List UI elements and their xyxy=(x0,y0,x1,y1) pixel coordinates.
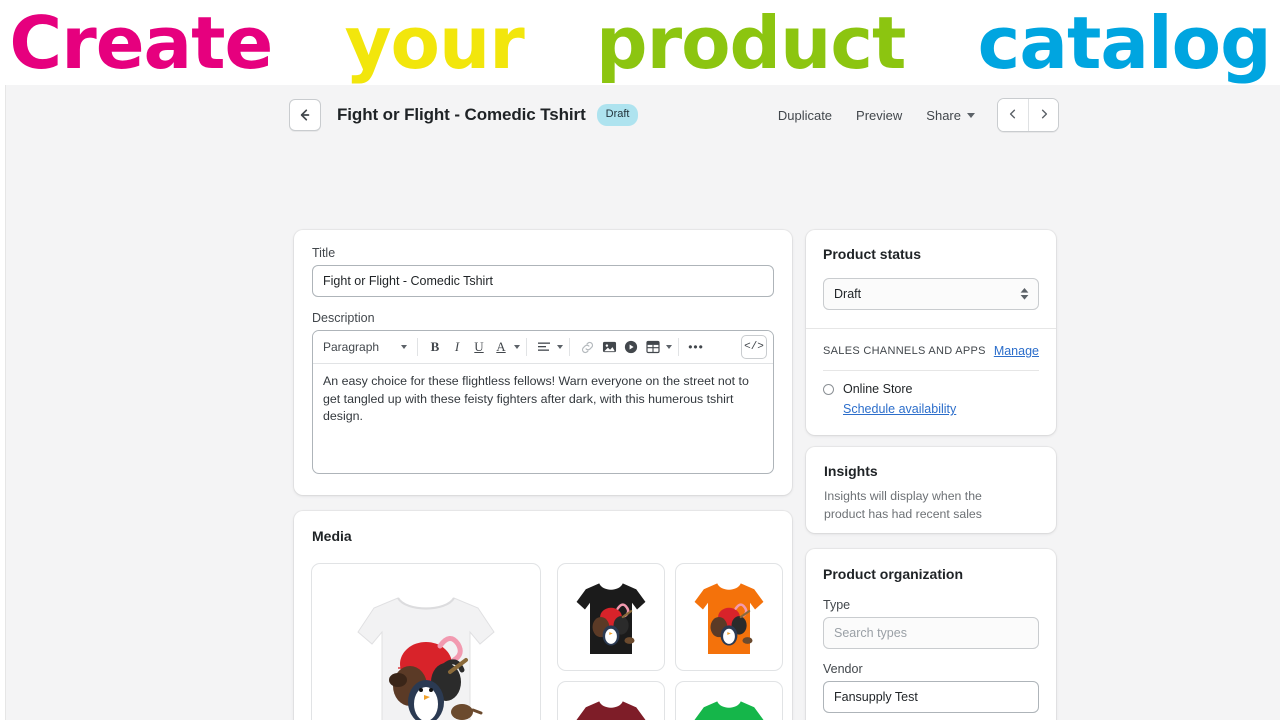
insights-card: Insights Insights will display when the … xyxy=(806,447,1056,533)
media-thumb-maroon[interactable] xyxy=(557,681,665,720)
arrow-left-icon xyxy=(297,107,313,123)
italic-icon[interactable]: I xyxy=(446,336,468,358)
chevron-down-icon xyxy=(514,345,520,349)
insights-body: Insights will display when the product h… xyxy=(824,489,982,521)
media-main-preview[interactable] xyxy=(311,563,541,720)
banner-word-4: catalog xyxy=(977,0,1272,85)
video-icon[interactable] xyxy=(620,336,642,358)
toolbar-divider xyxy=(569,338,570,356)
description-label: Description xyxy=(312,311,375,325)
type-input[interactable]: Search types xyxy=(823,617,1039,649)
link-icon[interactable] xyxy=(576,336,598,358)
media-heading: Media xyxy=(312,528,352,544)
online-store-label: Online Store xyxy=(843,382,913,396)
title-input[interactable]: Fight or Flight - Comedic Tshirt xyxy=(312,265,774,297)
chevron-right-icon xyxy=(1038,108,1050,123)
banner-word-3: product xyxy=(596,0,906,85)
product-status-heading: Product status xyxy=(823,246,922,262)
product-organization-card: Product organization Type Search types V… xyxy=(806,549,1056,720)
select-arrows-icon xyxy=(1020,288,1029,300)
sales-channels-heading: SALES CHANNELS AND APPS xyxy=(823,345,986,357)
more-options-icon[interactable]: ••• xyxy=(685,336,707,358)
block-format-value: Paragraph xyxy=(323,340,380,354)
radio-icon xyxy=(823,383,834,395)
next-product-button[interactable] xyxy=(1028,99,1058,131)
duplicate-button[interactable]: Duplicate xyxy=(766,101,844,130)
block-format-select[interactable]: Paragraph xyxy=(319,335,411,359)
product-status-select[interactable]: Draft xyxy=(823,278,1039,310)
table-group[interactable] xyxy=(642,336,672,358)
align-icon xyxy=(533,336,555,358)
pagination-group xyxy=(997,98,1059,132)
toolbar-divider xyxy=(526,338,527,356)
table-icon xyxy=(642,336,664,358)
text-color-group[interactable]: A xyxy=(490,336,520,358)
promo-banner: Create your product catalog xyxy=(0,0,1280,85)
schedule-availability-link[interactable]: Schedule availability xyxy=(843,402,956,416)
share-label: Share xyxy=(926,107,961,123)
tshirt-black-image xyxy=(576,583,646,654)
banner-word-2: your xyxy=(344,0,525,85)
vendor-label: Vendor xyxy=(823,662,863,676)
online-store-row[interactable]: Online Store xyxy=(823,382,1039,396)
editor-toolbar: Paragraph B I U A ••• </> xyxy=(313,331,773,364)
section-divider xyxy=(823,370,1039,371)
media-thumb-green[interactable] xyxy=(675,681,783,720)
align-group[interactable] xyxy=(533,336,563,358)
header-actions: Duplicate Preview Share xyxy=(766,98,1059,132)
sales-channels-manage-link[interactable]: Manage xyxy=(994,344,1039,358)
title-label: Title xyxy=(312,246,336,260)
product-details-card: Title Fight or Flight - Comedic Tshirt D… xyxy=(294,230,792,495)
text-color-icon: A xyxy=(496,339,506,354)
description-editor: Paragraph B I U A ••• </> An easy choice… xyxy=(312,330,774,474)
preview-button[interactable]: Preview xyxy=(844,101,914,130)
underline-icon[interactable]: U xyxy=(468,336,490,358)
banner-word-1: Create xyxy=(9,0,273,85)
type-label: Type xyxy=(823,598,851,612)
toolbar-divider xyxy=(417,338,418,356)
back-button[interactable] xyxy=(289,99,321,131)
app-canvas: Fight or Flight - Comedic Tshirt Draft D… xyxy=(5,85,1280,720)
vendor-input[interactable]: Fansupply Test xyxy=(823,681,1039,713)
share-button[interactable]: Share xyxy=(914,101,987,130)
code-view-icon[interactable]: </> xyxy=(741,335,767,359)
tshirt-orange-image xyxy=(694,583,764,654)
banner-headline: Create your product catalog xyxy=(9,7,1271,79)
chevron-down-icon xyxy=(401,345,407,349)
media-thumb-orange[interactable] xyxy=(675,563,783,671)
image-icon[interactable] xyxy=(598,336,620,358)
bold-icon[interactable]: B xyxy=(424,336,446,358)
media-thumb-black[interactable] xyxy=(557,563,665,671)
page-title: Fight or Flight - Comedic Tshirt xyxy=(337,105,586,124)
tshirt-maroon-image xyxy=(576,701,646,720)
chevron-down-icon xyxy=(967,112,975,118)
media-card: Media xyxy=(294,511,792,720)
status-badge: Draft xyxy=(596,104,639,126)
insights-heading: Insights xyxy=(824,463,878,479)
page-header: Fight or Flight - Comedic Tshirt Draft D… xyxy=(289,97,1059,133)
tshirt-white-image xyxy=(357,597,495,720)
product-status-value: Draft xyxy=(834,287,862,301)
organization-heading: Product organization xyxy=(823,566,963,582)
previous-product-button[interactable] xyxy=(998,99,1028,131)
chevron-left-icon xyxy=(1007,108,1019,123)
description-content[interactable]: An easy choice for these flightless fell… xyxy=(313,364,773,473)
product-status-card: Product status Draft SALES CHANNELS AND … xyxy=(806,230,1056,435)
chevron-down-icon xyxy=(557,345,563,349)
chevron-down-icon xyxy=(666,345,672,349)
tshirt-green-image xyxy=(694,701,764,720)
toolbar-divider xyxy=(678,338,679,356)
